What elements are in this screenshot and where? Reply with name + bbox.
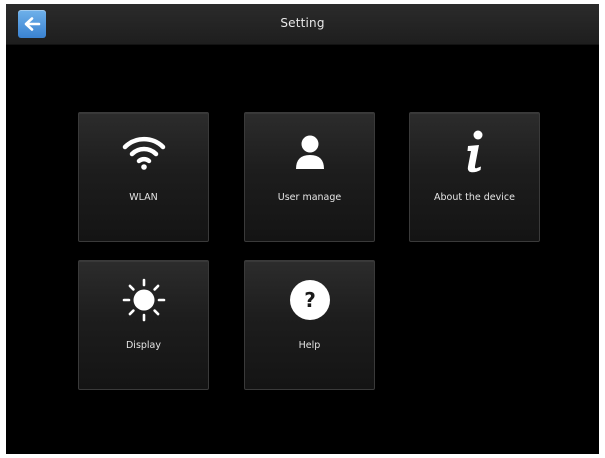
tile-about-device[interactable]: About the device [409,112,540,242]
user-icon [295,135,324,169]
brightness-icon [122,278,165,322]
settings-screen: Setting WLAN User manage About the devic… [6,4,599,454]
tile-help[interactable]: ? Help [244,260,375,390]
tile-display-label: Display [125,340,162,351]
tile-display[interactable]: Display [78,260,209,390]
page-title: Setting [280,16,325,30]
top-bar: Setting [6,4,599,45]
info-icon [467,130,482,173]
tile-wlan[interactable]: WLAN [78,112,209,242]
svg-text:?: ? [304,288,316,312]
tile-user-manage-label: User manage [277,192,342,203]
tile-help-label: Help [298,340,321,351]
help-icon: ? [289,280,330,320]
wifi-icon [122,136,165,170]
tile-wlan-label: WLAN [129,192,158,203]
tile-user-manage[interactable]: User manage [244,112,375,242]
tile-about-device-label: About the device [434,192,515,203]
